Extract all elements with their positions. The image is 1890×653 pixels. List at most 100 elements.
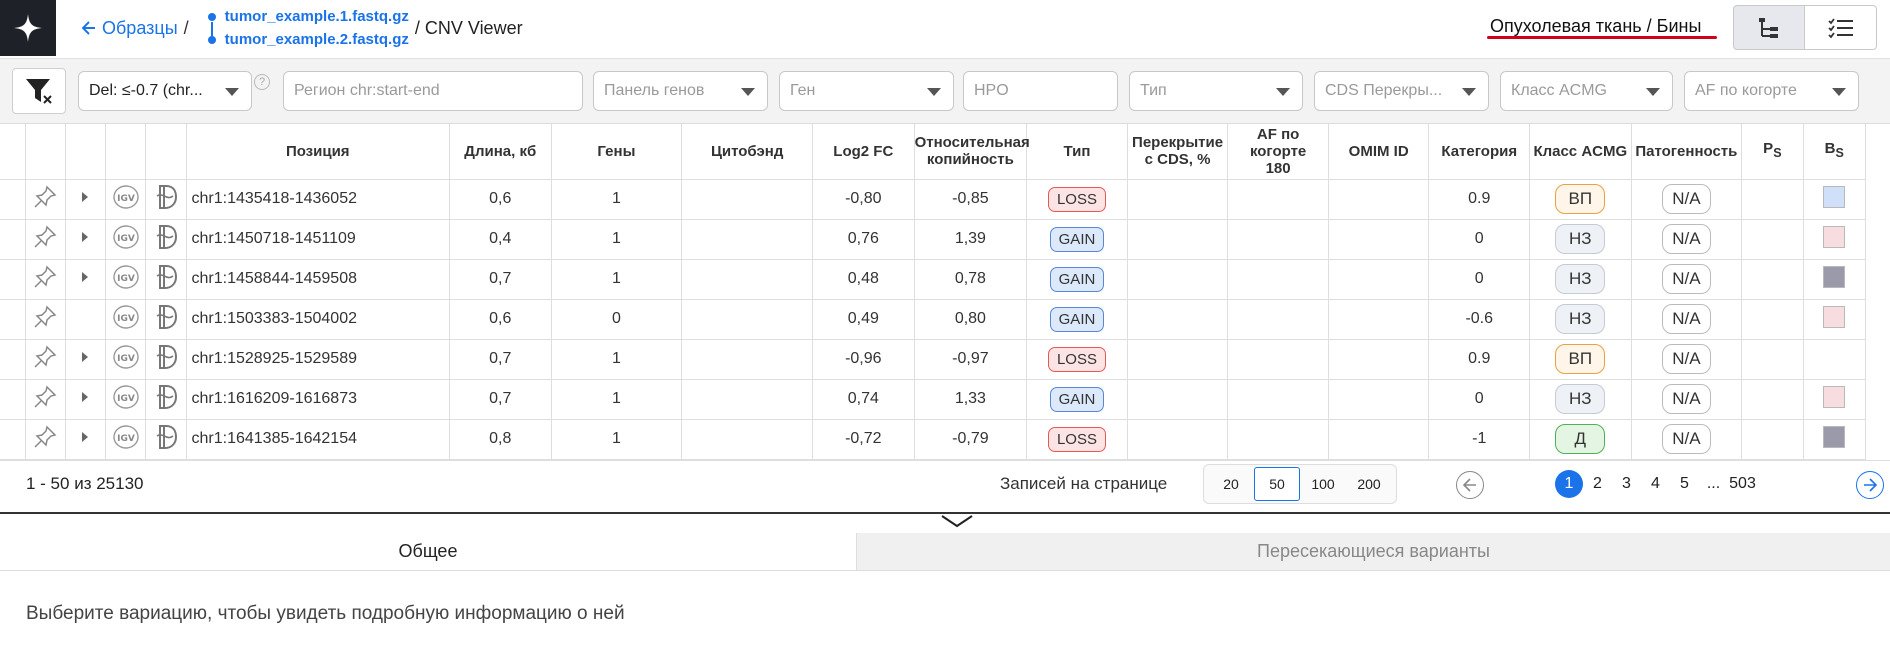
igv-icon[interactable]: IGV	[112, 224, 140, 250]
igv-icon[interactable]: IGV	[112, 424, 140, 450]
type-badge: LOSS	[1047, 186, 1106, 212]
region-input[interactable]: Регион chr:start-end	[283, 71, 583, 111]
decipher-icon[interactable]	[153, 343, 179, 371]
header-ps[interactable]: PS	[1741, 124, 1804, 180]
igv-icon[interactable]: IGV	[112, 184, 140, 210]
decipher-icon[interactable]	[153, 303, 179, 331]
header-relative-copy[interactable]: Относительная копийность	[914, 124, 1030, 180]
header-acmg[interactable]: Класс ACMG	[1529, 124, 1632, 180]
tab-overlapping-variants[interactable]: Пересекающиеся варианты	[856, 533, 1890, 570]
gene-panel-select[interactable]: Панель генов	[593, 71, 768, 111]
header-pathogenicity[interactable]: Патогенность	[1631, 124, 1743, 180]
page-number[interactable]: 4	[1641, 470, 1670, 498]
acmg-class-select[interactable]: Класс ACMG	[1500, 71, 1673, 111]
header-spacer	[0, 124, 26, 180]
decipher-icon[interactable]	[153, 383, 179, 411]
expand-cell	[65, 179, 107, 220]
acmg-cell: НЗ	[1529, 379, 1632, 420]
view-title[interactable]: Опухолевая ткань / Бины	[1490, 16, 1701, 37]
table-row[interactable]: IGV chr1:1528925-1529589 0,7 1 -0,96 -0,97 LOS…	[0, 339, 1867, 380]
igv-icon[interactable]: IGV	[112, 264, 140, 290]
page-number[interactable]: 503	[1728, 470, 1757, 498]
decipher-icon[interactable]	[153, 183, 179, 211]
omim-cell	[1328, 339, 1430, 380]
ps-cell	[1741, 419, 1804, 460]
hpo-input[interactable]: HPO	[963, 71, 1118, 111]
relative-copy-cell: 1,33	[914, 379, 1028, 420]
help-icon[interactable]: ?	[254, 74, 270, 90]
expand-caret-icon[interactable]	[80, 431, 90, 443]
decipher-icon[interactable]	[153, 223, 179, 251]
cohort-af-cell	[1227, 259, 1329, 300]
type-select[interactable]: Тип	[1129, 71, 1303, 111]
table-row[interactable]: IGV chr1:1458844-1459508 0,7 1 0,48 0,78 GAIN 0…	[0, 259, 1867, 300]
pin-icon[interactable]	[32, 184, 58, 210]
header-genes[interactable]: Гены	[551, 124, 683, 180]
header-cytoband[interactable]: Цитобэнд	[681, 124, 814, 180]
prev-page-button[interactable]	[1456, 471, 1484, 499]
pin-icon[interactable]	[32, 224, 58, 250]
header-type[interactable]: Тип	[1026, 124, 1128, 180]
table-row[interactable]: IGV chr1:1450718-1451109 0,4 1 0,76 1,39 GAIN 0…	[0, 219, 1867, 260]
file-link-2[interactable]: tumor_example.2.fastq.gz	[205, 31, 409, 48]
gene-select[interactable]: Ген	[779, 71, 954, 111]
per-page-option[interactable]: 200	[1346, 468, 1392, 500]
pin-icon[interactable]	[32, 424, 58, 450]
back-link[interactable]: Образцы	[82, 18, 178, 39]
igv-icon[interactable]: IGV	[112, 304, 140, 330]
per-page-option[interactable]: 100	[1300, 468, 1346, 500]
tab-general[interactable]: Общее	[0, 533, 856, 570]
page-numbers: 1 2 3 4 5... 503	[1555, 470, 1757, 498]
page-number[interactable]: 5	[1670, 470, 1699, 498]
file-link-1[interactable]: tumor_example.1.fastq.gz	[205, 8, 409, 25]
header-cds-overlap[interactable]: Перекрытие с CDS, %	[1127, 124, 1229, 180]
pin-icon[interactable]	[32, 304, 58, 330]
cohort-af-select[interactable]: AF по когорте	[1684, 71, 1859, 111]
cds-overlap-select[interactable]: CDS Перекры...	[1314, 71, 1489, 111]
header-category[interactable]: Категория	[1428, 124, 1531, 180]
pin-icon[interactable]	[32, 384, 58, 410]
list-view-button[interactable]	[1805, 5, 1877, 50]
header-bs[interactable]: BS	[1803, 124, 1867, 180]
clear-filters-button[interactable]	[12, 68, 66, 114]
page-number[interactable]: 3	[1612, 470, 1641, 498]
page-number[interactable]: 2	[1583, 470, 1612, 498]
expand-caret-icon[interactable]	[80, 271, 90, 283]
app-logo[interactable]	[0, 0, 56, 56]
per-page-option[interactable]: 20	[1208, 468, 1254, 500]
header-log2fc[interactable]: Log2 FC	[812, 124, 915, 180]
expand-caret-icon[interactable]	[80, 391, 90, 403]
header-position[interactable]: Позиция	[186, 124, 450, 180]
decipher-icon[interactable]	[153, 423, 179, 451]
pin-icon[interactable]	[32, 344, 58, 370]
deletion-threshold-select[interactable]: Del: ≤-0.7 (chr...	[78, 71, 252, 111]
expand-caret-icon[interactable]	[80, 231, 90, 243]
pin-icon[interactable]	[32, 264, 58, 290]
decipher-icon[interactable]	[153, 263, 179, 291]
decipher-cell	[145, 339, 187, 380]
bs-cell	[1803, 179, 1867, 220]
table-row[interactable]: IGV chr1:1641385-1642154 0,8 1 -0,72 -0,79 LOS…	[0, 419, 1867, 460]
per-page-option[interactable]: 50	[1254, 467, 1300, 501]
table-row[interactable]: IGV chr1:1503383-1504002 0,6 0 0,49 0,80 GAIN -…	[0, 299, 1867, 340]
tree-view-button[interactable]	[1733, 5, 1805, 50]
expand-caret-icon[interactable]	[80, 351, 90, 363]
header-omim[interactable]: OMIM ID	[1328, 124, 1430, 180]
gene-panel-placeholder: Панель генов	[604, 82, 705, 99]
genes-cell: 1	[551, 179, 683, 220]
header-length[interactable]: Длина, кб	[449, 124, 552, 180]
table-row[interactable]: IGV chr1:1616209-1616873 0,7 1 0,74 1,33 GAIN 0…	[0, 379, 1867, 420]
page-number[interactable]: 1	[1555, 470, 1583, 498]
collapse-panel-button[interactable]	[940, 514, 974, 533]
expand-caret-icon[interactable]	[80, 191, 90, 203]
table-row[interactable]: IGV chr1:1435418-1436052 0,6 1 -0,80 -0,85 LOS…	[0, 179, 1867, 220]
igv-icon[interactable]: IGV	[112, 384, 140, 410]
length-cell: 0,7	[449, 379, 552, 420]
log2fc-cell: -0,72	[812, 419, 915, 460]
header-cohort-af[interactable]: AF по когорте 180	[1227, 124, 1329, 180]
cohort-af-cell	[1227, 339, 1329, 380]
type-badge: LOSS	[1047, 346, 1106, 372]
igv-icon[interactable]: IGV	[112, 344, 140, 370]
file-list: tumor_example.1.fastq.gz tumor_example.2…	[205, 8, 409, 48]
next-page-button[interactable]	[1856, 471, 1884, 499]
